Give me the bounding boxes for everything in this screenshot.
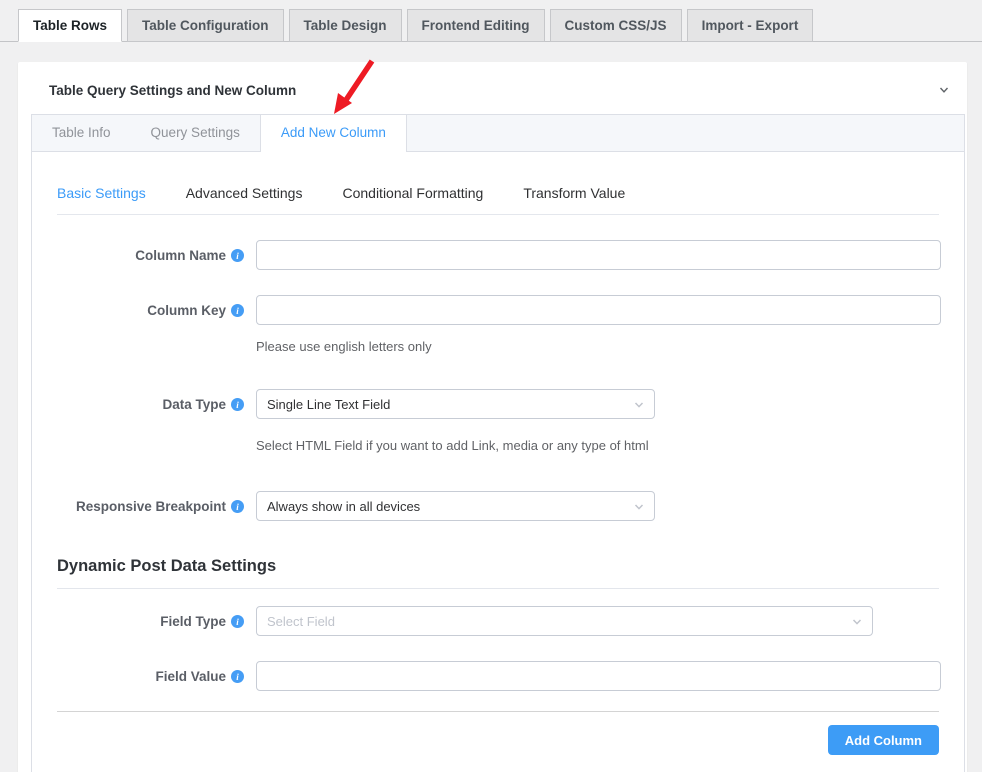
- data-type-label: Data Type i: [57, 389, 244, 412]
- form-row-responsive-breakpoint: Responsive Breakpoint i Always show in a…: [57, 491, 939, 521]
- tab-conditional-formatting[interactable]: Conditional Formatting: [342, 185, 483, 201]
- column-key-help-text: Please use english letters only: [256, 339, 941, 354]
- field-value-input[interactable]: [256, 661, 941, 691]
- add-new-column-panel: Basic Settings Advanced Settings Conditi…: [32, 185, 964, 772]
- tab-transform-value[interactable]: Transform Value: [523, 185, 625, 201]
- tab-table-configuration[interactable]: Table Configuration: [127, 9, 284, 42]
- data-type-selected-value: Single Line Text Field: [267, 397, 390, 412]
- info-icon[interactable]: i: [231, 500, 244, 513]
- tab-custom-css-js[interactable]: Custom CSS/JS: [550, 9, 682, 42]
- column-name-label: Column Name i: [57, 240, 244, 263]
- form-row-column-key: Column Key i Please use english letters …: [57, 295, 939, 354]
- responsive-breakpoint-label: Responsive Breakpoint i: [57, 491, 244, 514]
- tab-table-design[interactable]: Table Design: [289, 9, 402, 42]
- field-type-select[interactable]: Select Field: [256, 606, 873, 636]
- responsive-breakpoint-select[interactable]: Always show in all devices: [256, 491, 655, 521]
- admin-page: Table Rows Table Configuration Table Des…: [0, 0, 982, 772]
- info-icon[interactable]: i: [231, 398, 244, 411]
- panel-header: Table Query Settings and New Column: [18, 62, 967, 114]
- tab-table-info[interactable]: Table Info: [32, 115, 131, 151]
- tab-import-export[interactable]: Import - Export: [687, 9, 814, 42]
- info-icon[interactable]: i: [231, 249, 244, 262]
- tab-add-new-column[interactable]: Add New Column: [260, 115, 407, 152]
- info-icon[interactable]: i: [231, 304, 244, 317]
- panel-title: Table Query Settings and New Column: [49, 83, 296, 98]
- field-value-label: Field Value i: [57, 661, 244, 684]
- column-sub-tabs: Basic Settings Advanced Settings Conditi…: [57, 185, 939, 215]
- add-column-button[interactable]: Add Column: [828, 725, 939, 755]
- chevron-down-icon: [851, 616, 863, 628]
- tab-table-rows[interactable]: Table Rows: [18, 9, 122, 42]
- column-settings-tab-header: Table Info Query Settings Add New Column: [32, 115, 964, 152]
- form-row-field-value: Field Value i: [57, 661, 939, 691]
- field-type-placeholder: Select Field: [267, 614, 335, 629]
- form-row-column-name: Column Name i: [57, 240, 939, 270]
- column-name-input[interactable]: [256, 240, 941, 270]
- info-icon[interactable]: i: [231, 615, 244, 628]
- chevron-down-icon: [633, 399, 645, 411]
- column-settings-tabs: Table Info Query Settings Add New Column…: [31, 114, 965, 772]
- chevron-down-icon[interactable]: [935, 81, 953, 99]
- field-type-label: Field Type i: [57, 606, 244, 629]
- tab-basic-settings[interactable]: Basic Settings: [57, 185, 146, 201]
- tab-advanced-settings[interactable]: Advanced Settings: [186, 185, 303, 201]
- data-type-help-text: Select HTML Field if you want to add Lin…: [256, 438, 939, 453]
- main-tab-bar: Table Rows Table Configuration Table Des…: [0, 0, 982, 42]
- data-type-select[interactable]: Single Line Text Field: [256, 389, 655, 419]
- column-key-label: Column Key i: [57, 295, 244, 318]
- info-icon[interactable]: i: [231, 670, 244, 683]
- settings-panel: Table Query Settings and New Column Tabl…: [18, 62, 967, 772]
- responsive-breakpoint-selected-value: Always show in all devices: [267, 499, 420, 514]
- chevron-down-icon: [633, 501, 645, 513]
- form-row-data-type: Data Type i Single Line Text Field Selec…: [57, 389, 939, 453]
- column-key-input[interactable]: [256, 295, 941, 325]
- tab-query-settings[interactable]: Query Settings: [131, 115, 260, 151]
- dynamic-post-data-settings-title: Dynamic Post Data Settings: [57, 557, 939, 576]
- form-row-field-type: Field Type i Select Field: [57, 606, 939, 636]
- basic-settings-form: Column Name i Column Key i: [57, 215, 939, 772]
- tab-frontend-editing[interactable]: Frontend Editing: [407, 9, 545, 42]
- form-footer: Add Column: [57, 711, 939, 772]
